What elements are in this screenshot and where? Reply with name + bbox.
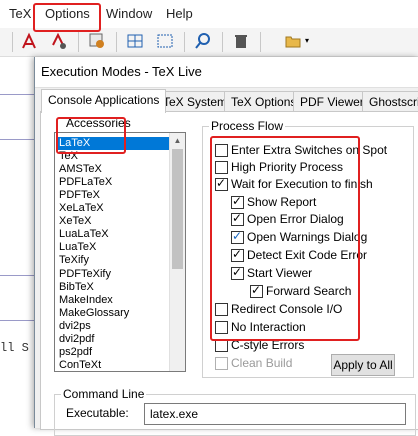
tab-tex-options[interactable]: TeX Options [224, 91, 304, 112]
accessory-item[interactable]: BibTeX [57, 281, 96, 294]
checkbox-label: C-style Errors [231, 338, 305, 352]
checkbox-label: Clean Build [231, 356, 293, 370]
delete-icon[interactable] [232, 32, 250, 50]
toolbar-separator [184, 32, 185, 52]
accessory-item[interactable]: XeTeX [57, 215, 93, 228]
checkbox-label: High Priority Process [231, 160, 344, 174]
tab-pdf-viewer[interactable]: PDF Viewer [293, 91, 371, 112]
accessory-item[interactable]: LaTeX [57, 137, 169, 150]
toolbar-separator [78, 32, 79, 52]
folder-icon[interactable] [284, 32, 302, 50]
grid-icon[interactable] [126, 32, 144, 50]
accessory-item[interactable]: TeXify [57, 254, 91, 267]
checkbox-label: No Interaction [231, 320, 306, 334]
checkbox[interactable] [215, 321, 228, 334]
pdf-icon[interactable] [20, 32, 38, 50]
checkbox[interactable] [215, 161, 228, 174]
listbox-scrollbar[interactable]: ▲ [169, 133, 185, 371]
toolbar-separator [260, 32, 261, 52]
menu-tex[interactable]: TeX [9, 6, 31, 21]
checkbox[interactable] [231, 211, 244, 226]
checkbox[interactable] [215, 339, 228, 352]
apply-to-all-button[interactable]: Apply to All [331, 354, 395, 376]
menu-help[interactable]: Help [166, 6, 193, 21]
accessory-item[interactable]: PDFLaTeX [57, 176, 114, 189]
checkbox-label: Open Warnings Dialog [247, 230, 368, 244]
checkbox[interactable] [215, 303, 228, 316]
tab-tex-system[interactable]: TeX System [156, 91, 235, 112]
accessory-item[interactable]: TeX [57, 150, 80, 163]
accessories-label: Accessories [64, 116, 133, 130]
settings-icon[interactable] [88, 32, 106, 50]
toolbar-separator [116, 32, 117, 52]
checkbox-label: Detect Exit Code Error [247, 248, 368, 262]
accessory-item[interactable]: ps2pdf [57, 346, 94, 359]
toolbar-separator [222, 32, 223, 52]
accessory-item[interactable]: AMSTeX [57, 163, 104, 176]
checkbox [215, 357, 228, 370]
checkbox[interactable] [231, 194, 244, 209]
pdf-gear-icon[interactable] [50, 32, 68, 50]
command-line-label: Command Line [61, 387, 147, 401]
chevron-down-icon[interactable]: ▾ [302, 32, 312, 50]
checkbox-label: Redirect Console I/O [231, 302, 343, 316]
tab-ghostscript[interactable]: Ghostscript [362, 91, 418, 112]
editor-code-fragment: ll S [0, 341, 29, 355]
checkbox[interactable] [231, 247, 244, 262]
dialog-title: Execution Modes - TeX Live [41, 64, 202, 79]
accessory-item[interactable]: PDFTeXify [57, 268, 113, 281]
checkbox[interactable] [231, 229, 244, 244]
accessory-item[interactable]: XeLaTeX [57, 202, 106, 215]
menu-window[interactable]: Window [106, 6, 152, 21]
toolbar-separator [12, 32, 13, 52]
checkbox-label: Forward Search [266, 284, 352, 298]
dialog-titlebar[interactable]: Execution Modes - TeX Live [35, 57, 418, 88]
checkbox-label: Enter Extra Switches on Spot [231, 143, 388, 157]
accessory-item[interactable]: LuaLaTeX [57, 228, 111, 241]
menu-options[interactable]: Options [45, 6, 90, 21]
checkbox-label: Show Report [247, 195, 317, 209]
accessory-item[interactable]: ConTeXt [57, 359, 103, 371]
checkbox-label: Open Error Dialog [247, 212, 344, 226]
process-flow-label: Process Flow [209, 119, 286, 133]
tab-console-applications[interactable]: Console Applications [41, 89, 167, 113]
checkbox-label: Start Viewer [247, 266, 313, 280]
accessory-item[interactable]: MakeGlossary [57, 307, 131, 320]
executable-field[interactable]: latex.exe [144, 403, 406, 425]
accessory-item[interactable]: dvi2ps [57, 320, 93, 333]
grid-dots-icon[interactable] [156, 32, 174, 50]
search-icon[interactable] [194, 32, 212, 50]
checkbox[interactable] [215, 144, 228, 157]
menu-bar: TeX Options Window Help [0, 0, 418, 28]
accessory-item[interactable]: MakeIndex [57, 294, 115, 307]
accessory-item[interactable]: dvi2pdf [57, 333, 96, 346]
executable-value: latex.exe [150, 407, 199, 421]
accessory-item[interactable]: LuaTeX [57, 241, 98, 254]
checkbox[interactable] [231, 265, 244, 280]
accessories-listbox[interactable]: LaTeX TeX AMSTeX PDFLaTeX PDFTeX XeLaTeX XeTeX… [54, 132, 186, 372]
scroll-up-icon[interactable]: ▲ [170, 134, 185, 148]
toolbar: ▾ [0, 28, 418, 57]
checkbox[interactable] [250, 283, 263, 298]
checkbox[interactable] [215, 176, 228, 191]
accessory-item[interactable]: PDFTeX [57, 189, 102, 202]
executable-label: Executable: [66, 406, 129, 420]
checkbox-label: Wait for Execution to finish [231, 177, 373, 191]
scroll-thumb[interactable] [172, 149, 183, 269]
